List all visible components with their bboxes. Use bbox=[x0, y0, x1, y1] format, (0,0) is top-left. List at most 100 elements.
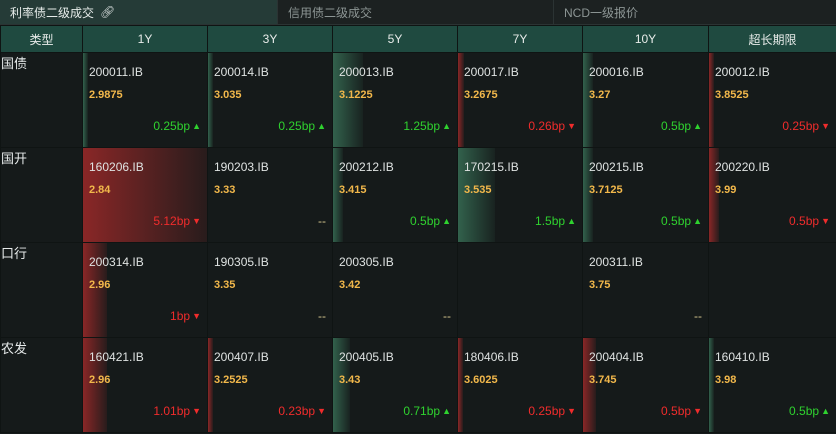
yield-change-value: 1bp bbox=[170, 309, 191, 323]
yield-change-value: 1.25bp bbox=[403, 119, 441, 133]
bond-cell-content: 200012.IB 3.8525 0.25bp ▼ bbox=[709, 53, 836, 147]
triangle-down-icon: ▼ bbox=[192, 406, 201, 416]
bond-code[interactable]: 160410.IB bbox=[715, 350, 770, 364]
yield-change-value: 0.5bp bbox=[789, 214, 820, 228]
bond-cell[interactable]: 200305.IB 3.42 -- bbox=[332, 242, 458, 338]
column-header-5y[interactable]: 5Y bbox=[332, 25, 458, 53]
bond-cell[interactable]: 200311.IB 3.75 -- bbox=[582, 242, 709, 338]
triangle-up-icon: ▲ bbox=[442, 406, 451, 416]
bond-cell[interactable]: 200407.IB 3.2525 0.23bp ▼ bbox=[207, 337, 333, 433]
bond-cell[interactable]: 180406.IB 3.6025 0.25bp ▼ bbox=[457, 337, 583, 433]
bond-code[interactable]: 190305.IB bbox=[214, 255, 269, 269]
bond-cell[interactable]: 200404.IB 3.745 0.5bp ▼ bbox=[582, 337, 709, 433]
bond-cell[interactable]: 200220.IB 3.99 0.5bp ▼ bbox=[708, 147, 836, 243]
triangle-down-icon: ▼ bbox=[567, 406, 576, 416]
bond-cell[interactable]: 200212.IB 3.415 0.5bp ▲ bbox=[332, 147, 458, 243]
yield-change-value: 1.01bp bbox=[153, 404, 191, 418]
bond-code[interactable]: 160206.IB bbox=[89, 160, 144, 174]
tab-ncd-primary-quote[interactable]: NCD一级报价 bbox=[554, 0, 836, 24]
bond-yield: 2.96 bbox=[89, 279, 111, 291]
bond-cell[interactable]: 170215.IB 3.535 1.5bp ▲ bbox=[457, 147, 583, 243]
triangle-down-icon: ▼ bbox=[821, 216, 830, 226]
bond-cell-content: 200220.IB 3.99 0.5bp ▼ bbox=[709, 148, 836, 242]
yield-change: -- bbox=[318, 214, 326, 228]
table-row: 口行 200314.IB 2.96 1bp ▼ 190305.IB 3.35 -- 200305… bbox=[0, 242, 836, 338]
bond-yield: 3.745 bbox=[589, 374, 617, 386]
bond-code[interactable]: 200013.IB bbox=[339, 65, 394, 79]
triangle-up-icon: ▲ bbox=[442, 216, 451, 226]
column-header-ultra-long[interactable]: 超长期限 bbox=[708, 25, 836, 53]
bond-yield: 3.8525 bbox=[715, 89, 749, 101]
bond-code[interactable]: 200014.IB bbox=[214, 65, 269, 79]
bond-code[interactable]: 160421.IB bbox=[89, 350, 144, 364]
triangle-up-icon: ▲ bbox=[693, 216, 702, 226]
bond-cell[interactable]: 160410.IB 3.98 0.5bp ▲ bbox=[708, 337, 836, 433]
bond-cell[interactable]: 190305.IB 3.35 -- bbox=[207, 242, 333, 338]
bond-cell[interactable]: 200012.IB 3.8525 0.25bp ▼ bbox=[708, 52, 836, 148]
column-header-7y[interactable]: 7Y bbox=[457, 25, 583, 53]
bond-yield: 2.96 bbox=[89, 374, 111, 386]
bond-cell[interactable]: 200314.IB 2.96 1bp ▼ bbox=[82, 242, 208, 338]
yield-change-value: -- bbox=[318, 309, 326, 323]
change-heat-bar bbox=[83, 53, 88, 147]
yield-change: 0.25bp ▼ bbox=[528, 404, 576, 418]
bond-yield: 3.35 bbox=[214, 279, 236, 291]
column-header-1y[interactable]: 1Y bbox=[82, 25, 208, 53]
tab-credit-bond-secondary[interactable]: 信用债二级成交 bbox=[278, 0, 554, 24]
yield-change-value: 1.5bp bbox=[535, 214, 566, 228]
tab-rate-bond-secondary[interactable]: 利率债二级成交 🔗︎ bbox=[0, 0, 278, 24]
bond-code[interactable]: 200305.IB bbox=[339, 255, 394, 269]
bond-cell[interactable]: 200014.IB 3.035 0.25bp ▲ bbox=[207, 52, 333, 148]
change-heat-bar bbox=[458, 338, 463, 432]
bond-cell[interactable]: 200013.IB 3.1225 1.25bp ▲ bbox=[332, 52, 458, 148]
triangle-down-icon: ▼ bbox=[821, 121, 830, 131]
bond-code[interactable]: 200314.IB bbox=[89, 255, 144, 269]
bond-code[interactable]: 200016.IB bbox=[589, 65, 644, 79]
tab-label: 信用债二级成交 bbox=[288, 5, 373, 20]
bond-cell-content bbox=[458, 243, 582, 337]
table-row: 农发 160421.IB 2.96 1.01bp ▼ 200407.IB 3.2525 0.2… bbox=[0, 337, 836, 433]
yield-change: 1.5bp ▲ bbox=[535, 214, 576, 228]
bond-cell[interactable]: 200215.IB 3.7125 0.5bp ▲ bbox=[582, 147, 709, 243]
bond-code[interactable]: 200404.IB bbox=[589, 350, 644, 364]
bond-yield: 3.035 bbox=[214, 89, 242, 101]
bond-yield: 3.7125 bbox=[589, 184, 623, 196]
bond-code[interactable]: 200012.IB bbox=[715, 65, 770, 79]
bond-cell[interactable]: 200011.IB 2.9875 0.25bp ▲ bbox=[82, 52, 208, 148]
column-header-type: 类型 bbox=[0, 25, 83, 53]
yield-change-value: 0.25bp bbox=[528, 404, 566, 418]
bond-cell[interactable]: 190203.IB 3.33 -- bbox=[207, 147, 333, 243]
bond-code[interactable]: 200212.IB bbox=[339, 160, 394, 174]
bond-code[interactable]: 200311.IB bbox=[589, 255, 643, 269]
bond-cell-content: 200212.IB 3.415 0.5bp ▲ bbox=[333, 148, 457, 242]
bond-code[interactable]: 200215.IB bbox=[589, 160, 644, 174]
bond-cell[interactable]: 160206.IB 2.84 5.12bp ▼ bbox=[82, 147, 208, 243]
bond-cell[interactable]: 200405.IB 3.43 0.71bp ▲ bbox=[332, 337, 458, 433]
bond-cell[interactable]: 200017.IB 3.2675 0.26bp ▼ bbox=[457, 52, 583, 148]
bond-code[interactable]: 170215.IB bbox=[464, 160, 519, 174]
bond-code[interactable]: 180406.IB bbox=[464, 350, 519, 364]
bond-yield: 3.6025 bbox=[464, 374, 498, 386]
bond-code[interactable]: 200017.IB bbox=[464, 65, 519, 79]
bond-yield: 3.33 bbox=[214, 184, 236, 196]
bond-code[interactable]: 200407.IB bbox=[214, 350, 269, 364]
column-header-10y[interactable]: 10Y bbox=[582, 25, 709, 53]
yield-change-value: 0.5bp bbox=[410, 214, 441, 228]
bond-code[interactable]: 200011.IB bbox=[89, 65, 143, 79]
bond-yield: 2.84 bbox=[89, 184, 111, 196]
yield-change: 0.25bp ▲ bbox=[153, 119, 201, 133]
bond-code[interactable]: 190203.IB bbox=[214, 160, 269, 174]
bond-cell[interactable]: 160421.IB 2.96 1.01bp ▼ bbox=[82, 337, 208, 433]
yield-change: 0.5bp ▲ bbox=[661, 214, 702, 228]
bond-code[interactable]: 200220.IB bbox=[715, 160, 770, 174]
yield-change: 0.5bp ▼ bbox=[661, 404, 702, 418]
bond-yield: 3.415 bbox=[339, 184, 367, 196]
link-icon[interactable]: 🔗︎ bbox=[100, 5, 115, 19]
change-heat-bar bbox=[208, 338, 213, 432]
row-type-label: 农发 bbox=[0, 337, 83, 433]
yield-change: -- bbox=[694, 309, 702, 323]
column-header-3y[interactable]: 3Y bbox=[207, 25, 333, 53]
yield-change: 0.25bp ▼ bbox=[782, 119, 830, 133]
bond-code[interactable]: 200405.IB bbox=[339, 350, 394, 364]
bond-cell[interactable]: 200016.IB 3.27 0.5bp ▲ bbox=[582, 52, 709, 148]
